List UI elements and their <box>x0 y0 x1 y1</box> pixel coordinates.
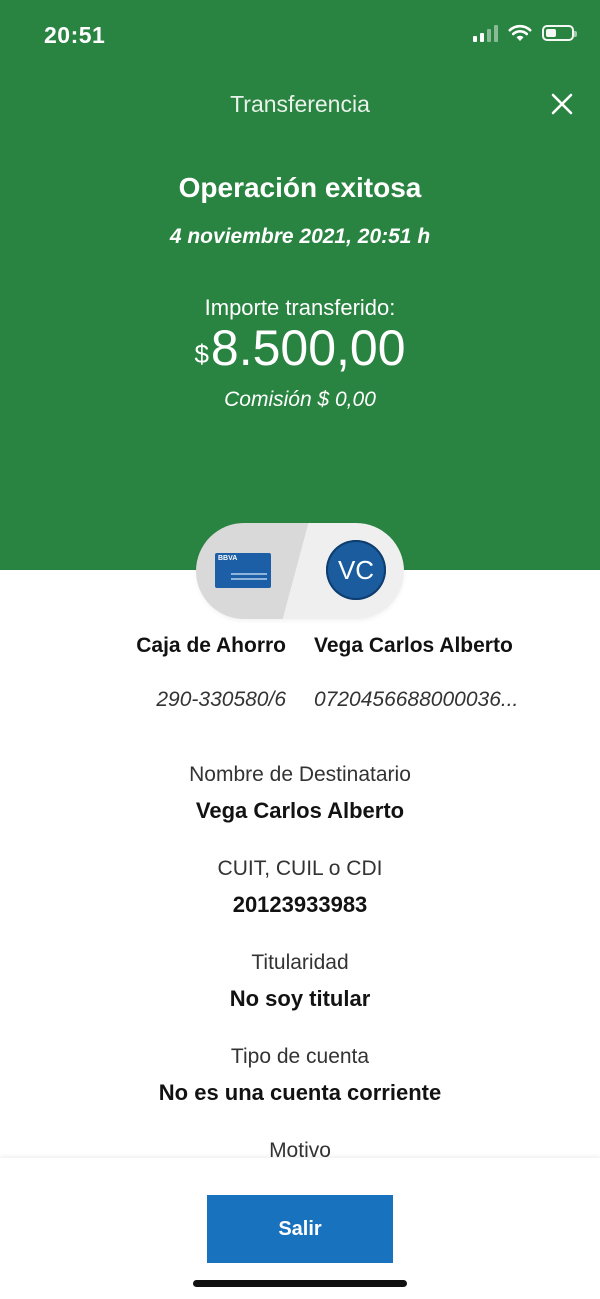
currency-symbol: $ <box>194 339 209 369</box>
account-type-value: No es una cuenta corriente <box>158 1080 442 1105</box>
success-header: 20:51 Transferencia Operación exitosa 4 … <box>0 0 600 570</box>
status-icons <box>473 24 577 42</box>
recipient-name-value: Vega Carlos Alberto <box>195 798 405 823</box>
signal-icon <box>473 24 498 42</box>
transferred-amount: $8.500,00 <box>0 318 600 378</box>
recipient-name-label: Nombre de Destinatario <box>189 763 411 786</box>
to-account-name: Vega Carlos Alberto <box>314 634 513 657</box>
footer-bar: Salir <box>0 1158 600 1299</box>
ownership-label: Titularidad <box>251 951 349 974</box>
to-account-number: 0720456688000036... <box>314 688 519 711</box>
recipient-avatar: VC <box>326 540 386 600</box>
from-account-number: 290-330580/6 <box>156 688 286 711</box>
amount-value: 8.500,00 <box>210 320 406 376</box>
home-indicator <box>193 1280 407 1287</box>
exit-button[interactable]: Salir <box>207 1195 393 1263</box>
close-icon[interactable] <box>548 90 576 118</box>
commission-text: Comisión $ 0,00 <box>224 388 376 411</box>
transfer-accounts-pill: BBVA VC <box>196 523 404 619</box>
card-brand-label: BBVA <box>218 555 238 562</box>
operation-date: 4 noviembre 2021, 20:51 h <box>169 225 431 248</box>
cuit-value: 20123933983 <box>232 892 368 917</box>
result-title: Operación exitosa <box>178 172 422 203</box>
bank-card-icon: BBVA <box>215 553 271 588</box>
ownership-value: No soy titular <box>229 986 371 1011</box>
cuit-label: CUIT, CUIL o CDI <box>217 857 383 880</box>
from-account-name: Caja de Ahorro <box>136 634 286 657</box>
wifi-icon <box>508 24 532 41</box>
status-time: 20:51 <box>44 22 106 48</box>
battery-icon <box>542 25 577 41</box>
nav-title: Transferencia <box>230 91 370 117</box>
account-type-label: Tipo de cuenta <box>230 1045 370 1068</box>
